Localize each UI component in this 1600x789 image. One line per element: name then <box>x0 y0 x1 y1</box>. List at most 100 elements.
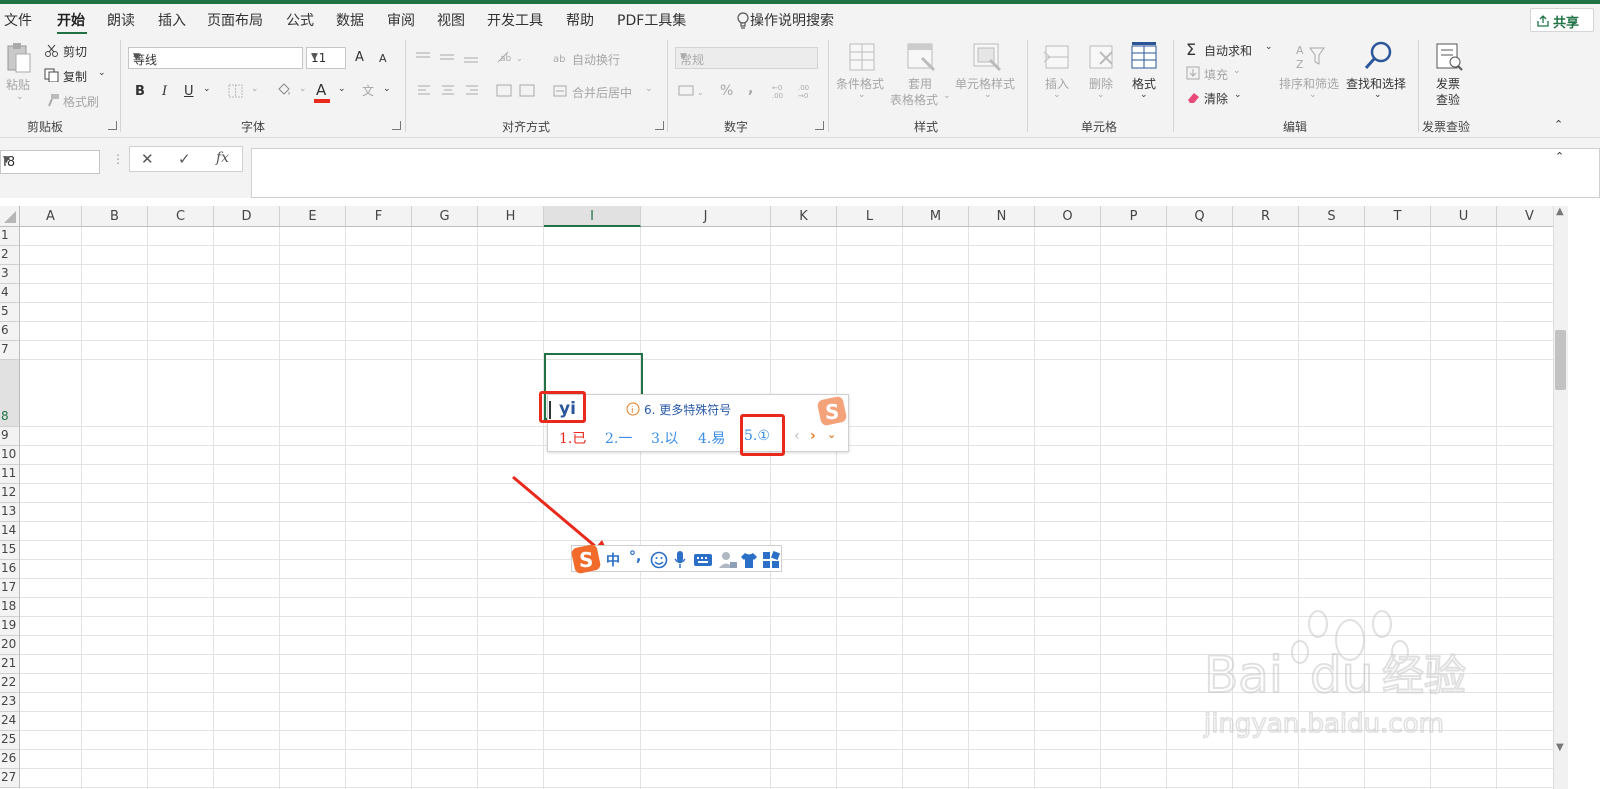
row-header-13[interactable]: 13 <box>0 503 20 522</box>
number-format-select[interactable]: 常规 ▼ <box>675 47 818 69</box>
row-header-15[interactable]: 15 <box>0 541 20 560</box>
tell-me-search[interactable]: 操作说明搜索 <box>750 10 834 30</box>
row-header-10[interactable]: 10 <box>0 446 20 465</box>
next-page-icon[interactable]: › <box>810 428 816 444</box>
sogou-logo-icon[interactable]: S <box>570 543 602 575</box>
clear-dropdown-icon[interactable]: ⌄ <box>1234 90 1242 100</box>
format-as-table-line2[interactable]: 表格格式 <box>890 91 938 108</box>
row-header-2[interactable]: 2 <box>0 246 20 265</box>
expand-candidates-icon[interactable]: ⌄ <box>827 428 836 441</box>
number-launcher-icon[interactable] <box>815 121 824 130</box>
format-as-table-line1[interactable]: 套用 <box>908 75 932 92</box>
font-color-dropdown-icon[interactable]: ⌄ <box>338 84 346 94</box>
row-header-18[interactable]: 18 <box>0 598 20 617</box>
borders-icon[interactable] <box>228 84 244 98</box>
format-painter-button[interactable]: 格式刷 <box>63 93 99 110</box>
row-header-4[interactable]: 4 <box>0 284 20 303</box>
column-header-h[interactable]: H <box>478 206 544 227</box>
accounting-format-icon[interactable]: ⌄ <box>678 84 708 98</box>
row-header-17[interactable]: 17 <box>0 579 20 598</box>
column-header-i[interactable]: I <box>544 206 641 227</box>
row-header-7[interactable]: 7 <box>0 341 20 360</box>
candidate-1[interactable]: 1.已 <box>559 428 586 448</box>
formula-input[interactable] <box>251 148 1600 198</box>
tab-insert[interactable]: 插入 <box>158 10 186 30</box>
tab-read-aloud[interactable]: 朗读 <box>107 10 135 30</box>
column-header-f[interactable]: F <box>346 206 412 227</box>
row-header-23[interactable]: 23 <box>0 693 20 712</box>
invoice-check-line2[interactable]: 查验 <box>1436 91 1460 108</box>
row-header-27[interactable]: 27 <box>0 769 20 788</box>
grow-font-button[interactable]: A <box>355 50 364 65</box>
cut-button[interactable]: 剪切 <box>63 43 87 60</box>
row-header-6[interactable]: 6 <box>0 322 20 341</box>
conditional-format-dropdown-icon[interactable]: ⌄ <box>858 90 866 100</box>
column-header-m[interactable]: M <box>903 206 969 227</box>
clear-button[interactable]: 清除 <box>1204 90 1228 107</box>
prev-page-icon[interactable]: ‹ <box>794 428 800 444</box>
row-header-3[interactable]: 3 <box>0 265 20 284</box>
tab-home[interactable]: 开始 <box>57 10 85 30</box>
merge-center-button[interactable]: 合并后居中 <box>572 84 632 101</box>
column-header-e[interactable]: E <box>280 206 346 227</box>
font-color-button[interactable]: A <box>316 81 326 99</box>
autosum-dropdown-icon[interactable]: ⌄ <box>1265 42 1273 52</box>
column-header-r[interactable]: R <box>1233 206 1299 227</box>
select-all-button[interactable] <box>0 206 20 227</box>
copy-button[interactable]: 复制 <box>63 68 87 85</box>
font-launcher-icon[interactable] <box>392 121 401 130</box>
candidate-4[interactable]: 4.易 <box>698 428 725 448</box>
merge-dropdown-icon[interactable]: ⌄ <box>645 84 653 94</box>
expand-formula-bar-icon[interactable]: ⌃ <box>1555 150 1564 163</box>
collapse-ribbon-icon[interactable]: ⌃ <box>1554 118 1563 131</box>
column-header-t[interactable]: T <box>1365 206 1431 227</box>
tab-help[interactable]: 帮助 <box>566 10 594 30</box>
column-header-j[interactable]: J <box>641 206 771 227</box>
percent-style-button[interactable]: % <box>720 83 733 99</box>
row-header-5[interactable]: 5 <box>0 303 20 322</box>
row-header-21[interactable]: 21 <box>0 655 20 674</box>
row-header-12[interactable]: 12 <box>0 484 20 503</box>
microphone-icon[interactable] <box>673 550 687 570</box>
column-header-c[interactable]: C <box>148 206 214 227</box>
tab-data[interactable]: 数据 <box>336 10 364 30</box>
column-header-q[interactable]: Q <box>1167 206 1233 227</box>
tab-file[interactable]: 文件 <box>4 10 32 30</box>
underline-button[interactable]: U <box>184 84 194 99</box>
share-button[interactable]: 共享 <box>1530 8 1594 32</box>
format-dropdown-icon[interactable]: ⌄ <box>1140 90 1148 100</box>
drag-handle-icon[interactable]: ⋮ <box>112 152 124 166</box>
font-name-select[interactable]: 等线 ▼ <box>128 47 303 69</box>
ime-hint[interactable]: 6. 更多特殊符号 <box>644 401 731 418</box>
scroll-up-icon[interactable]: ▲ <box>1556 206 1564 217</box>
row-header-19[interactable]: 19 <box>0 617 20 636</box>
wrap-text-button[interactable]: 自动换行 <box>572 51 620 68</box>
horizontal-align-icons[interactable] <box>416 84 488 98</box>
confirm-entry-button[interactable]: ✓ <box>178 150 191 168</box>
paste-dropdown-icon[interactable]: ⌄ <box>16 92 24 102</box>
underline-dropdown-icon[interactable]: ⌄ <box>203 84 211 94</box>
comma-style-button[interactable]: , <box>748 81 753 97</box>
alignment-launcher-icon[interactable] <box>655 121 664 130</box>
emoji-icon[interactable] <box>650 551 668 569</box>
candidate-3[interactable]: 3.以 <box>651 428 678 448</box>
row-header-1[interactable]: 1 <box>0 227 20 246</box>
keyboard-icon[interactable] <box>693 553 713 567</box>
punctuation-toggle[interactable]: °, <box>629 549 641 565</box>
vertical-scrollbar[interactable]: ▲ ▼ <box>1553 206 1568 789</box>
format-as-table-dropdown-icon[interactable]: ⌄ <box>943 91 951 101</box>
delete-dropdown-icon[interactable]: ⌄ <box>1097 90 1105 100</box>
tab-view[interactable]: 视图 <box>437 10 465 30</box>
column-header-p[interactable]: P <box>1101 206 1167 227</box>
clipboard-launcher-icon[interactable] <box>108 121 117 130</box>
row-header-16[interactable]: 16 <box>0 560 20 579</box>
column-header-o[interactable]: O <box>1035 206 1101 227</box>
shrink-font-button[interactable]: A <box>379 52 387 65</box>
row-header-8[interactable]: 8 <box>0 360 20 427</box>
decimal-adjust-icons[interactable]: ←0.00.00→0 <box>772 82 816 100</box>
bold-button[interactable]: B <box>135 84 145 99</box>
cell-styles-dropdown-icon[interactable]: ⌄ <box>984 90 992 100</box>
row-header-22[interactable]: 22 <box>0 674 20 693</box>
copy-dropdown-icon[interactable]: ⌄ <box>98 68 106 78</box>
row-header-11[interactable]: 11 <box>0 465 20 484</box>
